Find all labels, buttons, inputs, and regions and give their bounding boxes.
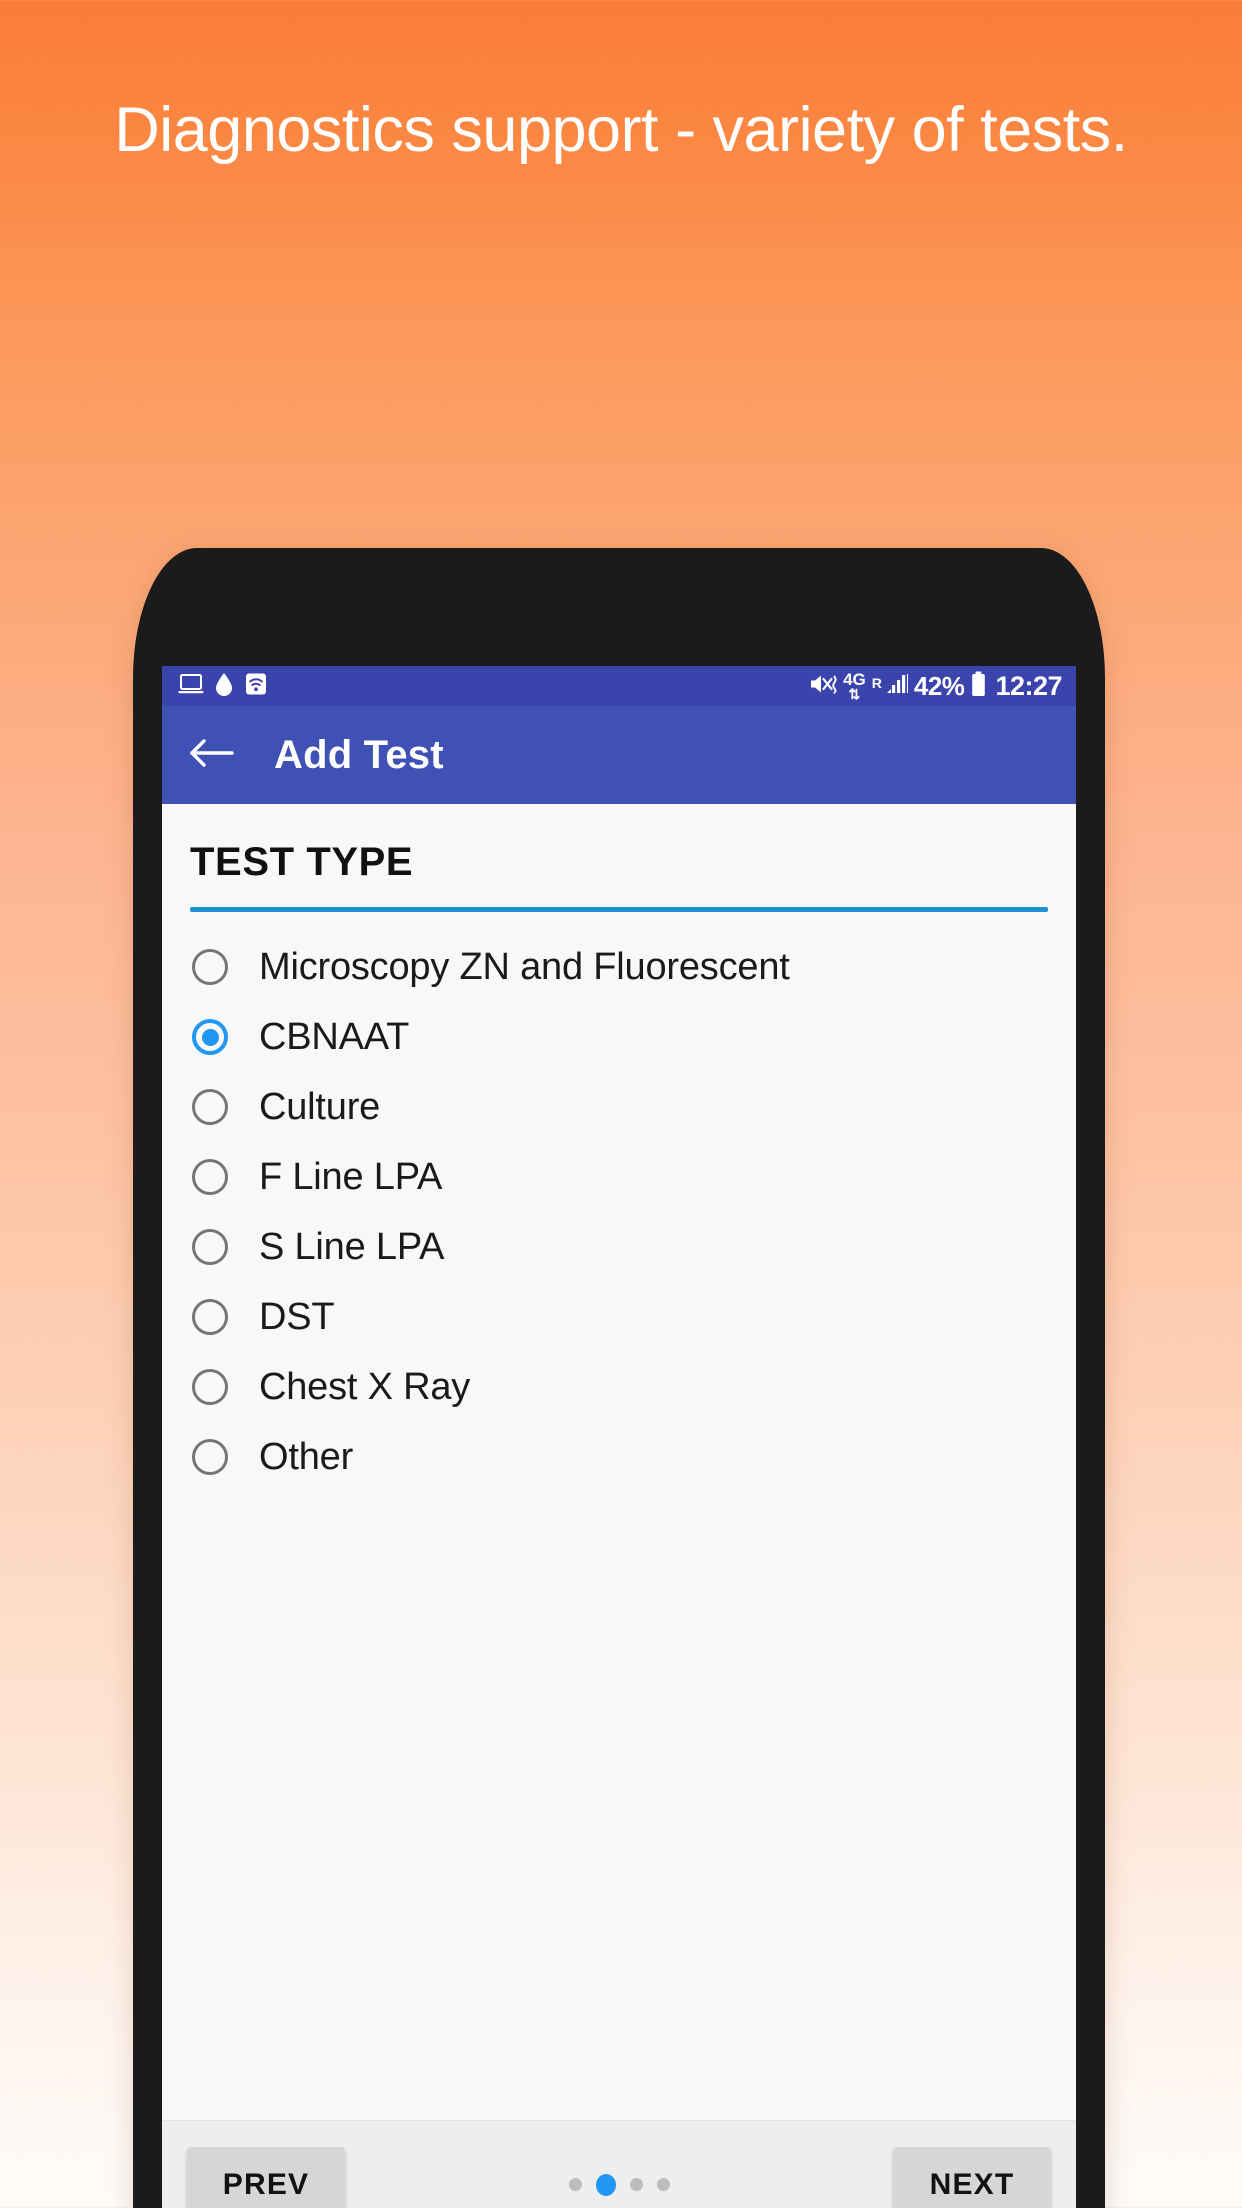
- radio-option-label: Microscopy ZN and Fluorescent: [259, 945, 790, 988]
- radio-button-selected-icon[interactable]: [192, 1019, 228, 1055]
- radio-option-s-line-lpa[interactable]: S Line LPA: [162, 1212, 1076, 1282]
- radio-option-microscopy-zn-and-fluorescent[interactable]: Microscopy ZN and Fluorescent: [162, 932, 1076, 1002]
- radio-button-icon[interactable]: [192, 1159, 228, 1195]
- status-bar-left-icons: [178, 672, 268, 701]
- radio-option-label: CBNAAT: [259, 1015, 410, 1058]
- radio-option-other[interactable]: Other: [162, 1422, 1076, 1492]
- battery-icon: [970, 671, 987, 702]
- mute-icon: [809, 672, 837, 701]
- arrow-left-icon[interactable]: [188, 736, 234, 775]
- wifi-icon: [244, 672, 268, 701]
- status-bar-right-icons: 4G ⇅ R 42% 12:27: [809, 671, 1062, 702]
- radio-option-dst[interactable]: DST: [162, 1282, 1076, 1352]
- page-dot-1[interactable]: [568, 2178, 582, 2191]
- radio-button-icon[interactable]: [192, 949, 228, 985]
- radio-button-icon[interactable]: [192, 1439, 228, 1475]
- radio-option-cbnaat[interactable]: CBNAAT: [162, 1002, 1076, 1072]
- network-4g-icon: 4G ⇅: [843, 670, 866, 702]
- wizard-bottom-bar: PREV NEXT: [162, 2120, 1076, 2208]
- radio-option-label: F Line LPA: [259, 1155, 443, 1198]
- radio-option-culture[interactable]: Culture: [162, 1072, 1076, 1142]
- radio-option-label: Culture: [259, 1085, 381, 1128]
- radio-button-icon[interactable]: [192, 1229, 228, 1265]
- page-indicator-dots: [568, 2173, 670, 2196]
- radio-option-label: Chest X Ray: [259, 1365, 471, 1408]
- radio-option-f-line-lpa[interactable]: F Line LPA: [162, 1142, 1076, 1212]
- radio-button-icon[interactable]: [192, 1299, 228, 1335]
- next-button[interactable]: NEXT: [893, 2146, 1051, 2208]
- page-dot-3[interactable]: [629, 2178, 643, 2191]
- roaming-icon: R: [871, 674, 882, 691]
- status-bar-clock: 12:27: [995, 670, 1062, 701]
- battery-percent-label: 42%: [913, 670, 965, 701]
- app-bar: Add Test: [162, 706, 1076, 804]
- radio-option-label: DST: [259, 1295, 335, 1338]
- laptop-icon: [178, 673, 204, 700]
- data-transfer-arrows-icon: ⇅: [848, 686, 861, 702]
- page-dot-4[interactable]: [656, 2178, 670, 2191]
- radio-option-label: Other: [259, 1435, 354, 1478]
- signal-bars-icon: [886, 672, 909, 701]
- status-bar: 4G ⇅ R 42% 12:27: [162, 666, 1076, 706]
- section-title: TEST TYPE: [190, 840, 414, 884]
- radio-button-icon[interactable]: [192, 1089, 228, 1125]
- page-dot-2-active[interactable]: [595, 2173, 616, 2196]
- radio-button-icon[interactable]: [192, 1369, 228, 1405]
- water-drop-icon: [215, 672, 233, 701]
- form-content: TEST TYPE Microscopy ZN and Fluorescent …: [162, 804, 1076, 2208]
- test-type-radio-group[interactable]: Microscopy ZN and Fluorescent CBNAAT Cul…: [162, 912, 1076, 2120]
- radio-option-chest-x-ray[interactable]: Chest X Ray: [162, 1352, 1076, 1422]
- test-type-section-header: TEST TYPE: [162, 804, 1076, 912]
- radio-option-label: S Line LPA: [259, 1225, 445, 1268]
- page-title: Add Test: [274, 732, 444, 777]
- prev-button[interactable]: PREV: [187, 2146, 345, 2208]
- promo-headline: Diagnostics support - variety of tests.: [114, 95, 1128, 165]
- phone-device-frame: 4G ⇅ R 42% 12:27 Add Test TEST TYPE Micr…: [133, 548, 1105, 2208]
- phone-screen: 4G ⇅ R 42% 12:27 Add Test TEST TYPE Micr…: [162, 666, 1076, 2208]
